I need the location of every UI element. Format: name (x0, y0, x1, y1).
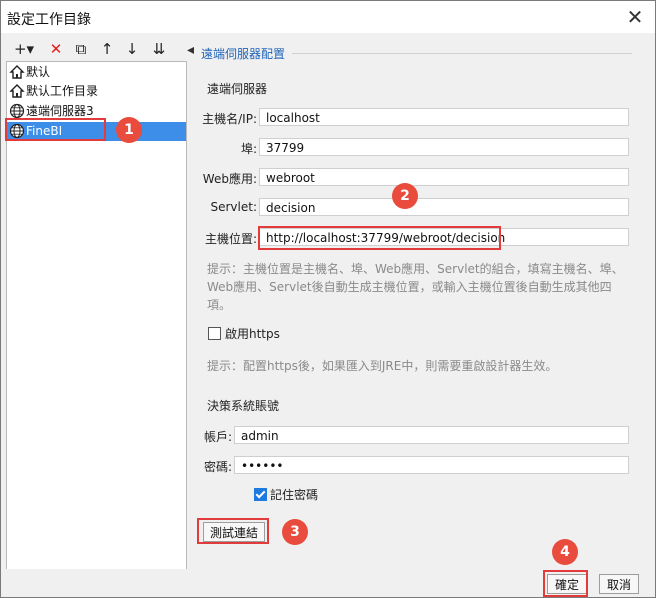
settings-dialog: 設定工作目錄 ✕ +▾ ✕ ⧉ ↑ ↓ ⇊ ◀ 默认 默认工作目录 遠端伺服器3… (0, 0, 656, 598)
move-up-icon[interactable]: ↑ (99, 39, 115, 59)
https-label: 啟用https (225, 327, 280, 341)
add-dropdown-icon[interactable]: +▾ (11, 39, 37, 59)
tree-item-default-dir[interactable]: 默认工作目录 (7, 82, 186, 101)
divider (292, 53, 632, 54)
step-badge-3: 3 (282, 519, 308, 545)
step-badge-4: 4 (552, 539, 578, 565)
remember-password-label: 記住密碼 (270, 488, 319, 502)
hint-line: 項。 (207, 298, 232, 312)
https-checkbox[interactable] (208, 327, 221, 340)
port-input[interactable]: 37799 (259, 138, 629, 156)
tree-item-label: 默认工作目录 (26, 84, 99, 98)
step-badge-1: 1 (116, 117, 142, 143)
move-down-icon[interactable]: ↓ (124, 39, 140, 59)
host-input[interactable]: localhost (259, 108, 629, 126)
move-bottom-icon[interactable]: ⇊ (149, 39, 169, 59)
config-panel: 遠端伺服器配置 遠端伺服器 主機名/IP: localhost 埠: 37799… (194, 37, 639, 569)
password-input[interactable]: •••••• (234, 456, 629, 474)
cancel-button[interactable]: 取消 (599, 574, 639, 594)
house-icon (9, 84, 25, 98)
close-icon[interactable]: ✕ (623, 5, 647, 29)
remember-password-checkbox[interactable] (254, 488, 267, 501)
panel-title: 遠端伺服器配置 (201, 47, 286, 61)
tree-item-label: 默认 (26, 65, 51, 79)
step-badge-2: 2 (392, 183, 418, 209)
tree-item-label: FineBI (26, 124, 63, 138)
server-section-title: 遠端伺服器 (207, 82, 268, 96)
delete-icon[interactable]: ✕ (47, 39, 65, 59)
globe-icon (9, 103, 25, 119)
account-section-title: 決策系統賬號 (207, 399, 280, 413)
copy-icon[interactable]: ⧉ (71, 39, 91, 59)
account-input[interactable]: admin (234, 426, 629, 444)
location-label: 主機位置: (204, 232, 257, 246)
hint-line: Web應用、Servlet後自動生成主機位置，或輸入主機位置後自動生成其他四 (207, 280, 612, 294)
vertical-scrollbar[interactable] (639, 37, 655, 569)
port-label: 埠: (240, 142, 257, 156)
web-app-input[interactable]: webroot (259, 168, 629, 186)
window-title: 設定工作目錄 (7, 12, 91, 28)
web-app-label: Web應用: (202, 172, 257, 186)
tree-item-remote-server[interactable]: 遠端伺服器3 (7, 102, 186, 121)
hint-line: 提示：主機位置是主機名、埠、Web應用、Servlet的組合，填寫主機名、埠、 (207, 262, 624, 276)
account-label: 帳戶: (203, 430, 232, 444)
tree-item-label: 遠端伺服器3 (26, 104, 94, 118)
ok-button[interactable]: 確定 (547, 574, 587, 594)
directory-tree: 默认 默认工作目录 遠端伺服器3 FineBI (6, 61, 187, 570)
dialog-footer: 確定 取消 (1, 569, 655, 597)
servlet-input[interactable]: decision (259, 198, 629, 216)
globe-icon (9, 123, 25, 139)
toolbar: +▾ ✕ ⧉ ↑ ↓ ⇊ (7, 37, 185, 61)
tree-item-default[interactable]: 默认 (7, 63, 186, 82)
test-connection-button[interactable]: 測試連結 (203, 522, 265, 542)
house-icon (9, 65, 25, 79)
title-bar: 設定工作目錄 ✕ (1, 1, 655, 33)
location-input[interactable]: http://localhost:37799/webroot/decision (259, 228, 629, 246)
host-label: 主機名/IP: (202, 112, 257, 126)
servlet-label: Servlet: (210, 200, 258, 214)
password-label: 密碼: (203, 460, 232, 474)
tree-item-finebi[interactable]: FineBI (7, 122, 186, 141)
pane-splitter[interactable] (187, 37, 192, 569)
https-hint: 提示：配置https後，如果匯入到JRE中，則需要重啟設計器生效。 (207, 359, 558, 373)
